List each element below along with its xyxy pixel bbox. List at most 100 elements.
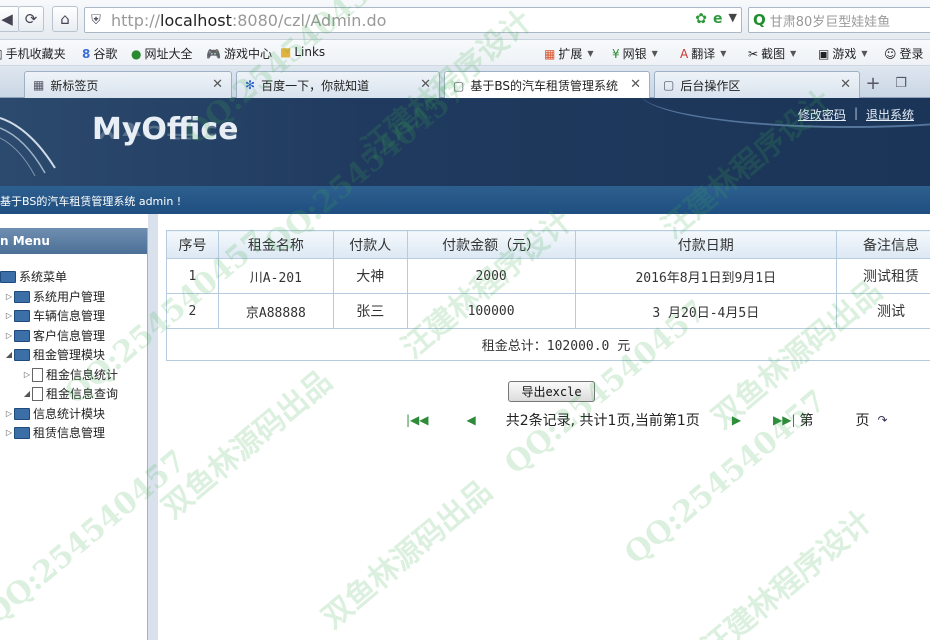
refresh-icon: ⟳ — [24, 10, 38, 28]
page-number-input[interactable] — [819, 411, 850, 429]
sidebar-item-rent-module[interactable]: ◢ 租金管理模块 — [4, 346, 105, 363]
fav-item-links[interactable]: ■ Links — [280, 45, 325, 59]
sidebar-item-users[interactable]: ▷ 系统用户管理 — [4, 288, 105, 305]
sidebar-item-info-stats[interactable]: ▷ 信息统计模块 — [4, 405, 105, 422]
close-icon[interactable]: ✕ — [840, 77, 851, 92]
sidebar-item-rent-query[interactable]: ◢ 租金信息查询 — [22, 385, 118, 402]
search-input[interactable]: Q 甘肃80岁巨型娃娃鱼 — [748, 7, 930, 33]
cell-payer: 张三 — [332, 293, 408, 329]
export-excel-button[interactable]: 导出excle — [508, 381, 595, 402]
ie-engine-icon[interactable]: e — [713, 11, 723, 27]
expand-icon[interactable]: ▷ — [22, 370, 32, 379]
close-icon[interactable]: ✕ — [630, 77, 641, 92]
close-icon[interactable]: ✕ — [420, 77, 431, 92]
grid-icon: ▦ — [33, 78, 45, 92]
tool-extensions[interactable]: ▦ 扩展 ▼ — [544, 45, 594, 62]
home-icon: ⌂ — [60, 10, 70, 28]
first-page-icon[interactable]: |◀◀ — [406, 413, 429, 427]
expand-icon[interactable]: ▷ — [4, 311, 14, 320]
tool-screenshot[interactable]: ✂ 截图 ▼ — [748, 45, 796, 62]
address-bar[interactable]: ⛨ http://localhost:8080/czl/Admin.do ✿ e… — [84, 7, 742, 33]
collapse-icon[interactable]: ◢ — [22, 389, 32, 398]
pager-summary: 共2条记录, 共计1页,当前第1页 — [505, 413, 700, 429]
last-page-icon[interactable]: ▶▶| — [773, 413, 796, 427]
tool-login[interactable]: ☺ 登录 — [884, 45, 924, 62]
browser-toolbar: ◀ ⟳ ⌂ ⛨ http://localhost:8080/czl/Admin.… — [0, 0, 930, 40]
fav-item-web[interactable]: ● 网址大全 — [131, 45, 193, 62]
home-button[interactable]: ⌂ — [52, 6, 78, 32]
col-header: 付款金额（元） — [406, 230, 576, 259]
cell-amount: 2000 — [406, 258, 576, 294]
search-text: 甘肃80岁巨型娃娃鱼 — [769, 14, 891, 30]
folder-icon — [0, 270, 16, 283]
col-header: 付款人 — [332, 230, 408, 259]
tab-strip: ▦ 新标签页 ✕ ✻ 百度一下，你就知道 ✕ ▢ 基于BS的汽车租赁管理系统 ✕ ▢ 后台操作… — [0, 66, 930, 99]
table-header-row: 序号 租金名称 付款人 付款金额（元） 付款日期 备注信息 — [166, 230, 930, 259]
google-icon: 8 — [82, 46, 91, 61]
new-tab-button[interactable]: + — [862, 73, 884, 95]
paw-icon: ✻ — [245, 78, 256, 92]
fav-item-game-center[interactable]: 🎮 游戏中心 — [206, 45, 272, 62]
logout-link[interactable]: 退出系统 — [866, 106, 914, 123]
sidebar-item-vehicles[interactable]: ▷ 车辆信息管理 — [4, 307, 105, 324]
web-icon: ● — [131, 46, 142, 61]
folder-icon — [14, 348, 30, 361]
folder-icon: ■ — [280, 45, 292, 59]
tool-bank[interactable]: ¥ 网银 ▼ — [612, 45, 658, 62]
document-icon — [32, 367, 43, 382]
tool-translate[interactable]: A 翻译 ▼ — [680, 45, 726, 62]
close-icon[interactable]: ✕ — [212, 77, 223, 92]
fav-item-mobile[interactable]: ▯手机收藏夹 — [0, 45, 66, 62]
tree-root[interactable]: 系统菜单 — [0, 268, 67, 285]
expand-icon[interactable]: ▷ — [4, 292, 14, 301]
sidebar-title: n Menu — [0, 228, 147, 254]
document-icon — [32, 386, 43, 401]
fav-item-google[interactable]: 8 谷歌 — [82, 45, 117, 62]
windows-icon: ❐ — [895, 76, 907, 91]
go-page-icon[interactable]: ↷ — [878, 413, 888, 427]
bank-icon: ¥ — [612, 46, 620, 61]
expand-icon[interactable]: ▷ — [4, 331, 14, 340]
app-header: MyOffice MyOffice 修改密码 | 退出系统 — [0, 98, 930, 186]
gamepad-icon: 🎮 — [206, 46, 221, 61]
cell-rent-name: 京A88888 — [217, 293, 334, 329]
search-icon: Q — [753, 11, 766, 29]
sidebar: n Menu 系统菜单 ▷ 系统用户管理 ▷ 车辆信息管理 ▷ 客户信息管理 ◢ 租金管… — [0, 228, 148, 640]
change-password-link[interactable]: 修改密码 — [798, 106, 846, 123]
sidebar-splitter[interactable] — [148, 214, 158, 640]
tab-baidu[interactable]: ✻ 百度一下，你就知道 ✕ — [236, 71, 440, 98]
gamepad-icon: ▣ — [818, 46, 830, 61]
refresh-button[interactable]: ⟳ — [18, 6, 44, 32]
compat-mode-icon[interactable]: ✿ — [695, 11, 707, 27]
url-text: http://localhost:8080/czl/Admin.do — [111, 10, 387, 30]
chevron-down-icon[interactable]: ▼ — [729, 11, 737, 27]
tab-car-rental[interactable]: ▢ 基于BS的汽车租赁管理系统 ✕ — [444, 71, 650, 99]
table-row: 2 京A88888 张三 100000 3 月20日-4月5日 测试 — [166, 293, 930, 329]
col-header: 序号 — [166, 230, 219, 259]
next-page-icon[interactable]: ▶ — [732, 413, 741, 427]
grid-icon: ▦ — [544, 46, 556, 61]
folder-icon — [14, 329, 30, 342]
page-icon: ▢ — [453, 78, 465, 93]
cell-note: 测试租赁 — [836, 258, 930, 294]
collapse-icon[interactable]: ◢ — [4, 350, 14, 359]
prev-page-icon[interactable]: ◀ — [467, 413, 476, 427]
sidebar-item-rent-stats[interactable]: ▷ 租金信息统计 — [22, 366, 118, 383]
page-icon: ▢ — [663, 78, 675, 92]
expand-icon[interactable]: ▷ — [4, 428, 14, 437]
back-button[interactable]: ◀ — [0, 6, 20, 32]
rent-total: 租金总计：102000.0 元 — [166, 328, 930, 361]
tab-backend[interactable]: ▢ 后台操作区 ✕ — [654, 71, 860, 98]
tool-games[interactable]: ▣ 游戏 ▼ — [818, 45, 868, 62]
phone-icon: ▯ — [0, 47, 3, 61]
cell-index: 2 — [166, 293, 219, 329]
col-header: 租金名称 — [217, 230, 334, 259]
expand-icon[interactable]: ▷ — [4, 409, 14, 418]
sidebar-item-customers[interactable]: ▷ 客户信息管理 — [4, 327, 105, 344]
sidebar-item-lease[interactable]: ▷ 租赁信息管理 — [4, 424, 105, 441]
tab-new-tab[interactable]: ▦ 新标签页 ✕ — [24, 71, 232, 98]
folder-icon — [14, 426, 30, 439]
table-total-row: 租金总计：102000.0 元 — [166, 328, 930, 361]
tab-list-button[interactable]: ❐ — [890, 73, 912, 95]
main-content: 序号 租金名称 付款人 付款金额（元） 付款日期 备注信息 1 川A-201 大… — [158, 214, 930, 640]
